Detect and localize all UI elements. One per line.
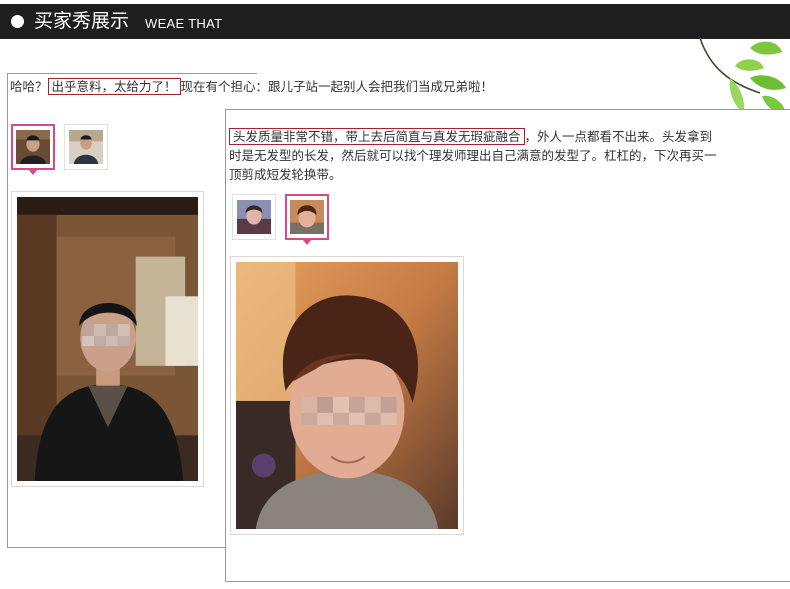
man-portrait-thumb-icon [16, 130, 50, 164]
active-indicator-icon [28, 169, 38, 175]
bullet-dot-icon [11, 15, 24, 28]
thumbnail-strip [11, 124, 108, 175]
review-card: 头发质量非常不错，带上去后简直与真发无瑕疵融合 ，外人一点都看不出来。头发拿到时是… [225, 109, 790, 582]
thumbnail-strip [232, 194, 329, 245]
thumbnail[interactable] [232, 194, 276, 240]
review-photo[interactable] [11, 191, 204, 487]
pixelated-eyes [301, 396, 397, 425]
leaf-decoration-icon [699, 38, 786, 114]
man-in-black-jacket-photo-icon [17, 197, 198, 481]
review-text: 头发质量非常不错，带上去后简直与真发无瑕疵融合 ，外人一点都看不出来。头发拿到时是… [229, 127, 724, 184]
section-title: 买家秀展示 [34, 10, 130, 32]
section-subtitle: WEAE THAT [145, 16, 223, 31]
highlighted-phrase: 头发质量非常不错，带上去后简直与真发无瑕疵融合 [229, 128, 525, 145]
section-header: 买家秀展示 WEAE THAT [0, 4, 790, 39]
review-text-rest: 现在有个担心：跟儿子站一起别人会把我们当成兄弟啦！ [180, 79, 494, 94]
thumbnail-active[interactable] [285, 194, 329, 245]
thumbnail[interactable] [64, 124, 108, 170]
young-man-thumb-icon [237, 200, 271, 234]
review-text-lead: 哈哈？ [10, 79, 48, 94]
young-man-selfie-photo-icon [236, 262, 458, 529]
man-portrait-thumb-2-icon [69, 130, 103, 164]
young-man-thumb-2-icon [290, 200, 324, 234]
thumbnail-active[interactable] [11, 124, 55, 175]
highlighted-phrase: 出乎意料，太给力了！ [47, 78, 181, 95]
pixelated-eyes [82, 324, 130, 346]
review-text: 哈哈？ 出乎意料，太给力了！ 现在有个担心：跟儿子站一起别人会把我们当成兄弟啦！ [10, 77, 510, 96]
review-photo[interactable] [230, 256, 464, 535]
active-indicator-icon [302, 239, 312, 245]
review-card: 哈哈？ 出乎意料，太给力了！ 现在有个担心：跟儿子站一起别人会把我们当成兄弟啦！ [7, 73, 493, 548]
